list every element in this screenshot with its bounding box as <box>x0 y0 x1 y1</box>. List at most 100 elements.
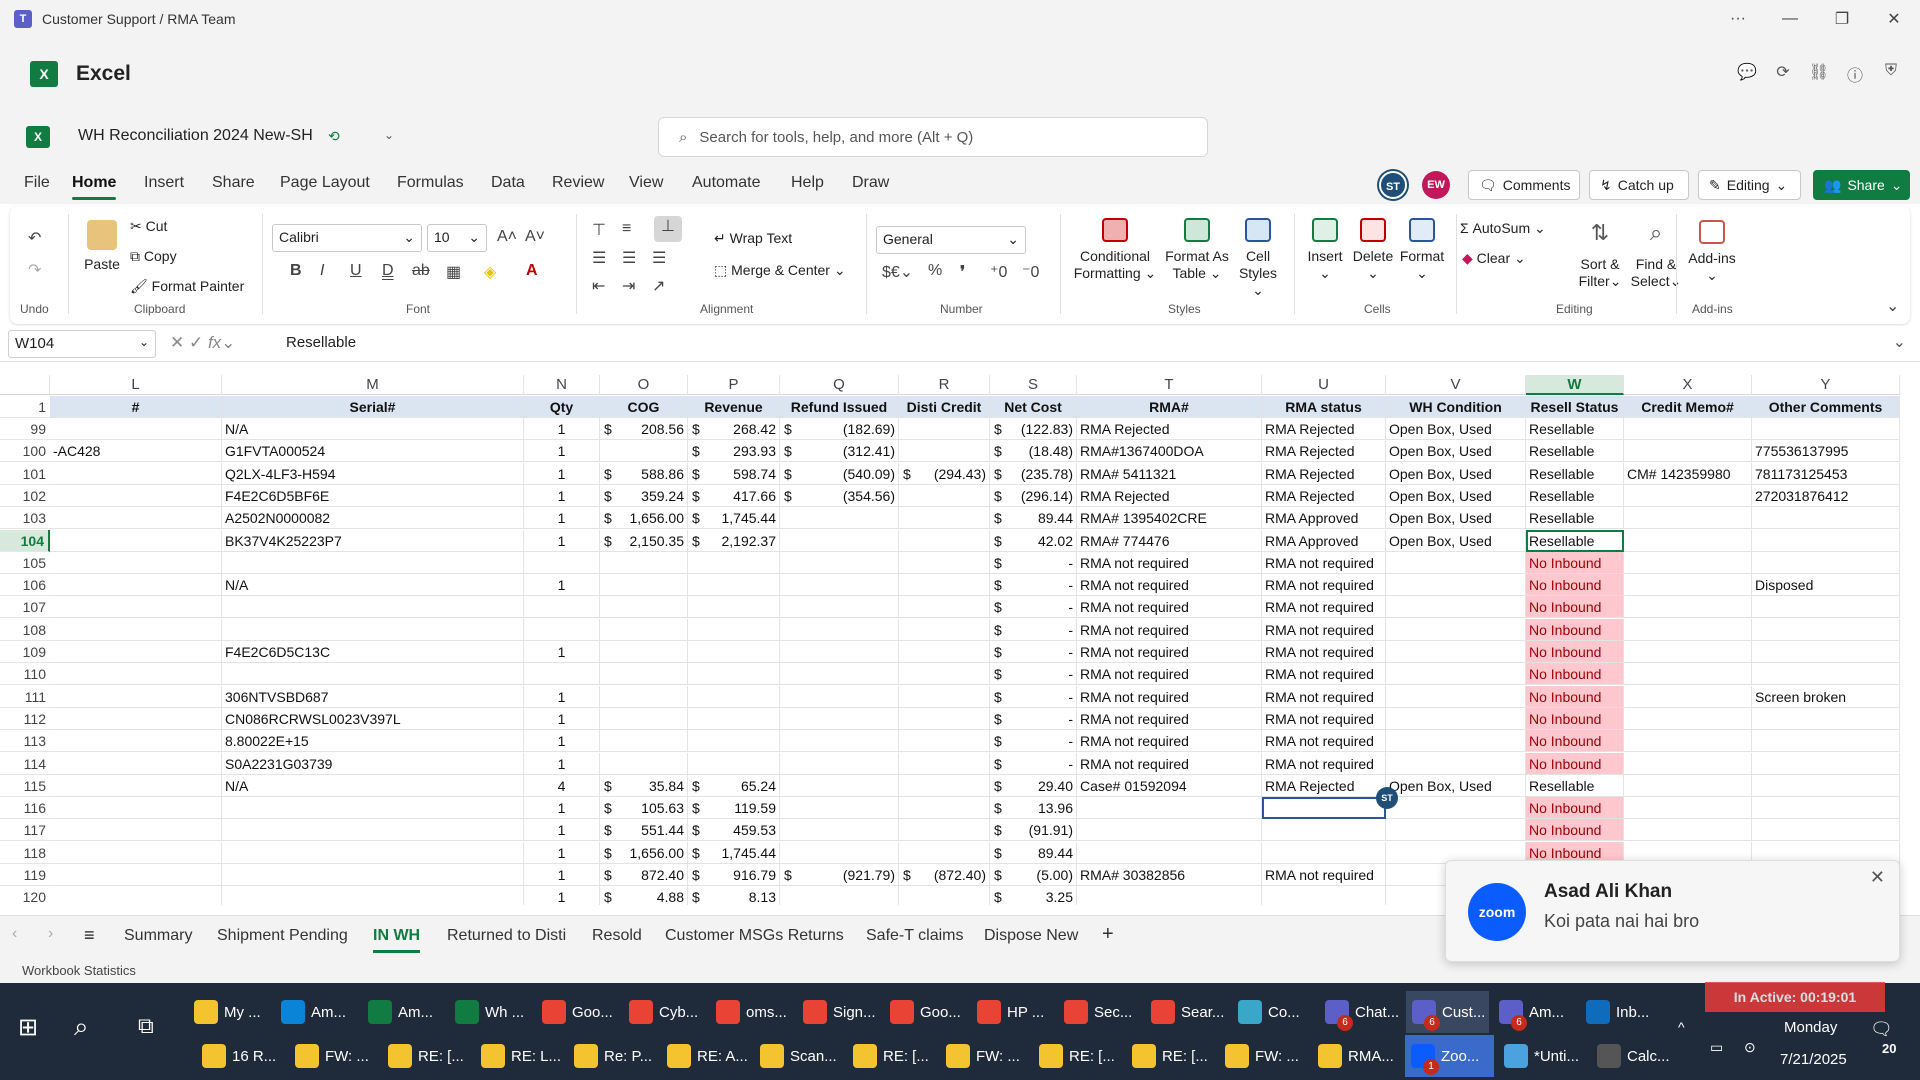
cell[interactable] <box>50 774 222 797</box>
header-cell[interactable]: Net Cost <box>990 396 1077 418</box>
cell[interactable] <box>688 551 780 574</box>
row-number[interactable]: 113 <box>0 730 50 753</box>
cell[interactable] <box>1624 819 1752 842</box>
clear-button[interactable]: ◆ Clear ⌄ <box>1462 250 1526 267</box>
cell[interactable] <box>222 819 524 842</box>
cell[interactable] <box>1752 707 1900 730</box>
cell[interactable] <box>50 574 222 597</box>
cell[interactable]: $1,656.00 <box>600 507 688 530</box>
cell[interactable]: $ - <box>990 574 1077 597</box>
taskbar-item[interactable]: Sear... <box>1145 991 1228 1033</box>
cell[interactable]: RMA Approved <box>1262 529 1386 552</box>
taskbar-item[interactable]: RE: [... <box>1033 1035 1122 1077</box>
cell[interactable]: Resellable <box>1526 418 1624 440</box>
cell[interactable]: $ - <box>990 685 1077 708</box>
cell[interactable]: $208.56 <box>600 418 688 440</box>
cell[interactable] <box>1752 774 1900 797</box>
cell[interactable]: Open Box, Used <box>1386 462 1526 485</box>
cell[interactable]: $ (540.09) <box>780 462 899 485</box>
cell[interactable]: 781173125453 <box>1752 462 1900 485</box>
tab-data[interactable]: Data <box>491 174 525 192</box>
tab-review[interactable]: Review <box>552 174 604 192</box>
cell[interactable]: RMA not required <box>1262 864 1386 886</box>
row-number[interactable]: 119 <box>0 864 50 886</box>
cell[interactable] <box>50 819 222 842</box>
add-ins-button[interactable]: Add-ins ⌄ <box>1682 220 1742 284</box>
tab-insert[interactable]: Insert <box>144 174 184 192</box>
cell[interactable] <box>899 774 990 797</box>
tab-view[interactable]: View <box>629 174 663 192</box>
font-size-select[interactable]: 10 ⌄ <box>427 224 487 252</box>
header-cell[interactable]: Credit Memo# <box>1624 396 1752 418</box>
row-number[interactable]: 101 <box>0 462 50 485</box>
cut-button[interactable]: ✂ Cut <box>130 218 167 235</box>
cell[interactable] <box>1752 529 1900 552</box>
row-number[interactable]: 108 <box>0 618 50 641</box>
cell[interactable]: No Inbound <box>1526 819 1624 842</box>
cell[interactable] <box>899 797 990 820</box>
cell[interactable]: RMA not required <box>1262 663 1386 686</box>
autosum-button[interactable]: Σ AutoSum ⌄ <box>1460 220 1546 237</box>
cell[interactable] <box>50 462 222 485</box>
cell[interactable] <box>50 685 222 708</box>
taskbar-item[interactable]: *Unti... <box>1498 1035 1587 1077</box>
cell[interactable] <box>50 752 222 775</box>
cell[interactable]: No Inbound <box>1526 707 1624 730</box>
comma-style-icon[interactable]: ❜ <box>960 262 965 282</box>
cell[interactable]: RMA not required <box>1077 596 1262 619</box>
cell[interactable] <box>780 886 899 905</box>
cell[interactable] <box>1624 574 1752 597</box>
cell[interactable]: N/A <box>222 418 524 440</box>
add-sheet-button[interactable]: + <box>1102 923 1114 946</box>
cell[interactable] <box>780 774 899 797</box>
taskbar-item[interactable]: Cyb... <box>623 991 706 1033</box>
tab-share[interactable]: Share <box>212 174 255 192</box>
row-number[interactable]: 112 <box>0 707 50 730</box>
wrap-text-button[interactable]: ↵ Wrap Text <box>714 230 792 247</box>
taskbar-item[interactable]: Sign... <box>797 991 880 1033</box>
cell[interactable]: RMA# 1395402CRE <box>1077 507 1262 530</box>
cell[interactable] <box>50 797 222 820</box>
cell[interactable]: $ (354.56) <box>780 484 899 507</box>
cell[interactable]: $ (91.91) <box>990 819 1077 842</box>
search-box[interactable]: ⌕ Search for tools, help, and more (Alt … <box>658 117 1208 157</box>
cell[interactable]: No Inbound <box>1526 596 1624 619</box>
avatar[interactable]: ST <box>1379 171 1407 199</box>
formula-actions-icon[interactable]: ✕ ✓ fx⌄ <box>170 333 235 353</box>
cell[interactable]: Case# 01592094 <box>1077 774 1262 797</box>
cell[interactable] <box>222 551 524 574</box>
cell[interactable]: $8.13 <box>688 886 780 905</box>
cell[interactable]: No Inbound <box>1526 730 1624 753</box>
column-header[interactable]: U <box>1262 375 1386 395</box>
cell[interactable]: Open Box, Used <box>1386 440 1526 463</box>
cell[interactable]: $ - <box>990 618 1077 641</box>
cell[interactable]: RMA Rejected <box>1262 484 1386 507</box>
cell[interactable] <box>1077 797 1262 820</box>
cell[interactable]: RMA not required <box>1077 663 1262 686</box>
cell[interactable] <box>780 752 899 775</box>
cell[interactable]: $293.93 <box>688 440 780 463</box>
cell[interactable]: 4 <box>524 774 600 797</box>
cell[interactable] <box>1624 551 1752 574</box>
sheet-tab-resold[interactable]: Resold <box>592 927 642 945</box>
column-header[interactable]: Q <box>780 375 899 395</box>
taskbar-item[interactable]: Chat... 6 <box>1319 991 1402 1033</box>
header-cell[interactable]: # <box>50 396 222 418</box>
orientation-icon[interactable]: ↗ <box>652 276 665 296</box>
taskbar-item[interactable]: Am... <box>275 991 358 1033</box>
cell[interactable] <box>50 864 222 886</box>
tab-help[interactable]: Help <box>791 174 824 192</box>
align-top-icon[interactable]: ⊤ <box>592 220 606 240</box>
redo-icon[interactable]: ↷ <box>28 260 41 280</box>
cell[interactable] <box>780 663 899 686</box>
cell[interactable] <box>1386 596 1526 619</box>
header-cell[interactable]: Refund Issued <box>780 396 899 418</box>
taskbar-item[interactable]: HP ... <box>971 991 1054 1033</box>
cell[interactable]: RMA not required <box>1077 730 1262 753</box>
taskbar-item[interactable]: FW: ... <box>1219 1035 1308 1077</box>
cell[interactable] <box>1624 484 1752 507</box>
cell[interactable] <box>1624 596 1752 619</box>
decrease-indent-icon[interactable]: ⇤ <box>592 276 605 296</box>
cell[interactable]: 1 <box>524 685 600 708</box>
currency-format-icon[interactable]: $€⌄ <box>882 262 913 282</box>
